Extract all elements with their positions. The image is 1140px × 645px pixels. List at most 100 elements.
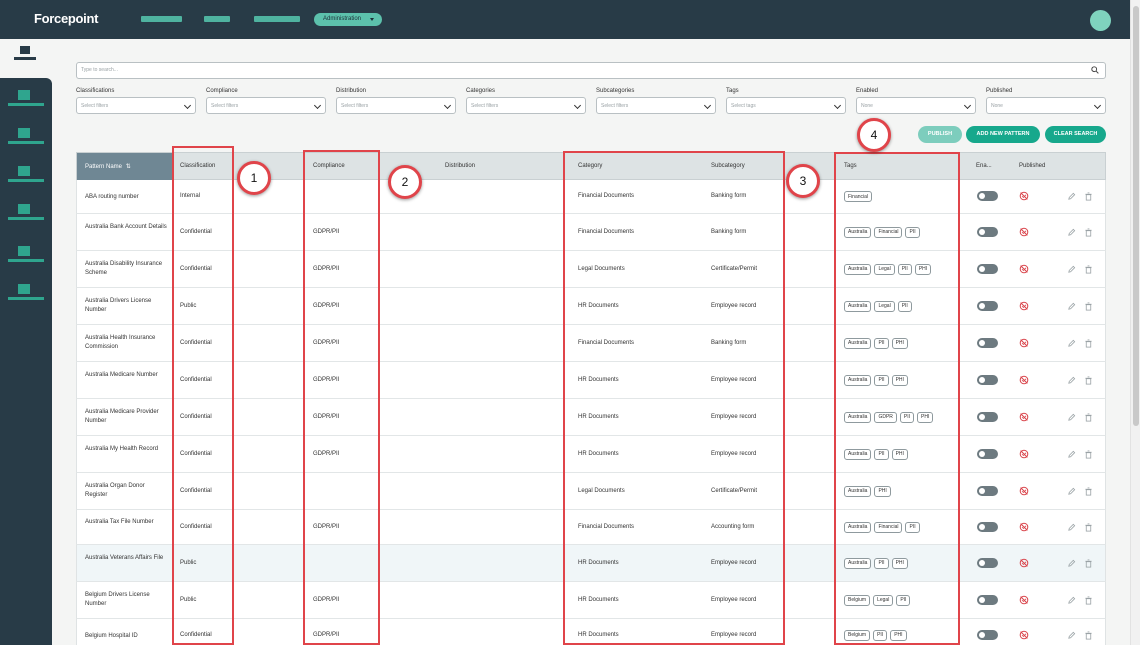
pattern-name[interactable]: Australia Bank Account Details xyxy=(85,223,167,233)
unpublished-icon[interactable] xyxy=(1019,301,1029,311)
edit-icon[interactable] xyxy=(1067,523,1076,532)
add-new-pattern-button[interactable]: ADD NEW PATTERN xyxy=(966,126,1040,143)
clear-search-button[interactable]: CLEAR SEARCH xyxy=(1045,126,1106,143)
unpublished-icon[interactable] xyxy=(1019,227,1029,237)
enabled-toggle[interactable] xyxy=(977,191,998,201)
enabled-toggle[interactable] xyxy=(977,448,998,459)
enabled-toggle[interactable] xyxy=(977,337,998,348)
edit-icon[interactable] xyxy=(1067,559,1076,568)
nav-item-3[interactable] xyxy=(254,16,300,22)
column-header-enabled[interactable]: Ena... xyxy=(976,163,992,169)
delete-icon[interactable] xyxy=(1084,449,1093,459)
column-header-published[interactable]: Published xyxy=(1019,163,1045,169)
pattern-name[interactable]: Australia Disability Insurance Scheme xyxy=(85,260,167,279)
unpublished-icon[interactable] xyxy=(1019,375,1029,385)
unpublished-icon[interactable] xyxy=(1019,412,1029,422)
enabled-toggle[interactable] xyxy=(977,374,998,385)
delete-icon[interactable] xyxy=(1084,301,1093,311)
nav-item-2[interactable] xyxy=(204,16,230,22)
edit-icon[interactable] xyxy=(1067,265,1076,274)
pattern-name[interactable]: Belgium Drivers License Number xyxy=(85,591,167,610)
column-header-distribution[interactable]: Distribution xyxy=(445,163,475,169)
enabled-toggle[interactable] xyxy=(977,521,998,532)
subcategories-select[interactable]: Select filters xyxy=(596,97,716,114)
delete-icon[interactable] xyxy=(1084,486,1093,496)
delete-icon[interactable] xyxy=(1084,558,1093,568)
chevron-down-icon xyxy=(833,101,842,110)
delete-icon[interactable] xyxy=(1084,338,1093,348)
search-input[interactable]: Type to search... xyxy=(76,62,1106,79)
edit-icon[interactable] xyxy=(1067,192,1076,201)
tags-select[interactable]: Select tags xyxy=(726,97,846,114)
edit-icon[interactable] xyxy=(1067,376,1076,385)
pattern-name[interactable]: ABA routing number xyxy=(85,193,167,203)
enabled-toggle[interactable] xyxy=(977,226,998,237)
filter-label: Published xyxy=(986,88,1013,94)
sidebar-item-4[interactable] xyxy=(8,204,44,222)
enabled-toggle[interactable] xyxy=(977,629,998,640)
edit-icon[interactable] xyxy=(1067,450,1076,459)
delete-icon[interactable] xyxy=(1084,412,1093,422)
nav-item-1[interactable] xyxy=(141,16,182,22)
delete-icon[interactable] xyxy=(1084,264,1093,274)
publish-button[interactable]: PUBLISH xyxy=(918,126,962,143)
pattern-name[interactable]: Belgium Hospital ID xyxy=(85,632,167,642)
delete-icon[interactable] xyxy=(1084,522,1093,532)
sort-icon[interactable]: ⇅ xyxy=(126,164,131,170)
compliance-select[interactable]: Select filters xyxy=(206,97,326,114)
unpublished-icon[interactable] xyxy=(1019,449,1029,459)
column-header-pattern-name[interactable]: Pattern Name ⇅ xyxy=(77,153,172,181)
delete-icon[interactable] xyxy=(1084,630,1093,640)
pattern-name[interactable]: Australia Tax File Number xyxy=(85,518,167,528)
edit-icon[interactable] xyxy=(1067,339,1076,348)
pattern-name[interactable]: Australia Veterans Affairs File xyxy=(85,554,167,564)
enabled-select[interactable]: None xyxy=(856,97,976,114)
sidebar-item-6[interactable] xyxy=(8,284,44,302)
enabled-toggle[interactable] xyxy=(977,263,998,274)
unpublished-icon[interactable] xyxy=(1019,191,1029,201)
pattern-name[interactable]: Australia Medicare Number xyxy=(85,371,167,381)
enabled-toggle[interactable] xyxy=(977,300,998,311)
sidebar-item-2[interactable] xyxy=(8,128,44,146)
delete-icon[interactable] xyxy=(1084,227,1093,237)
menu-toggle-icon[interactable] xyxy=(14,46,36,66)
pattern-name[interactable]: Australia Drivers License Number xyxy=(85,297,167,316)
sidebar-item-5[interactable] xyxy=(8,246,44,264)
edit-icon[interactable] xyxy=(1067,487,1076,496)
delete-icon[interactable] xyxy=(1084,375,1093,385)
enabled-toggle[interactable] xyxy=(977,485,998,496)
delete-icon[interactable] xyxy=(1084,192,1093,201)
pattern-name[interactable]: Australia Medicare Provider Number xyxy=(85,408,167,427)
edit-icon[interactable] xyxy=(1067,302,1076,311)
unpublished-icon[interactable] xyxy=(1019,558,1029,568)
page-scrollbar[interactable] xyxy=(1130,0,1140,645)
chevron-down-icon xyxy=(963,101,972,110)
enabled-toggle[interactable] xyxy=(977,557,998,568)
distribution-select[interactable]: Select filters xyxy=(336,97,456,114)
classifications-select[interactable]: Select filters xyxy=(76,97,196,114)
categories-select[interactable]: Select filters xyxy=(466,97,586,114)
edit-icon[interactable] xyxy=(1067,413,1076,422)
filter-label: Tags xyxy=(726,88,739,94)
sidebar-item-1[interactable] xyxy=(8,90,44,108)
enabled-toggle[interactable] xyxy=(977,594,998,605)
administration-menu-button[interactable]: Administration xyxy=(314,13,382,26)
pattern-name[interactable]: Australia Organ Donor Register xyxy=(85,482,167,501)
scrollbar-thumb[interactable] xyxy=(1133,6,1139,426)
unpublished-icon[interactable] xyxy=(1019,522,1029,532)
enabled-toggle[interactable] xyxy=(977,411,998,422)
published-select[interactable]: None xyxy=(986,97,1106,114)
edit-icon[interactable] xyxy=(1067,596,1076,605)
edit-icon[interactable] xyxy=(1067,228,1076,237)
unpublished-icon[interactable] xyxy=(1019,630,1029,640)
edit-icon[interactable] xyxy=(1067,631,1076,640)
unpublished-icon[interactable] xyxy=(1019,486,1029,496)
pattern-name[interactable]: Australia My Health Record xyxy=(85,445,167,455)
sidebar-item-3[interactable] xyxy=(8,166,44,184)
user-avatar[interactable] xyxy=(1090,10,1111,31)
unpublished-icon[interactable] xyxy=(1019,264,1029,274)
unpublished-icon[interactable] xyxy=(1019,338,1029,348)
pattern-name[interactable]: Australia Health Insurance Commission xyxy=(85,334,167,353)
delete-icon[interactable] xyxy=(1084,595,1093,605)
unpublished-icon[interactable] xyxy=(1019,595,1029,605)
